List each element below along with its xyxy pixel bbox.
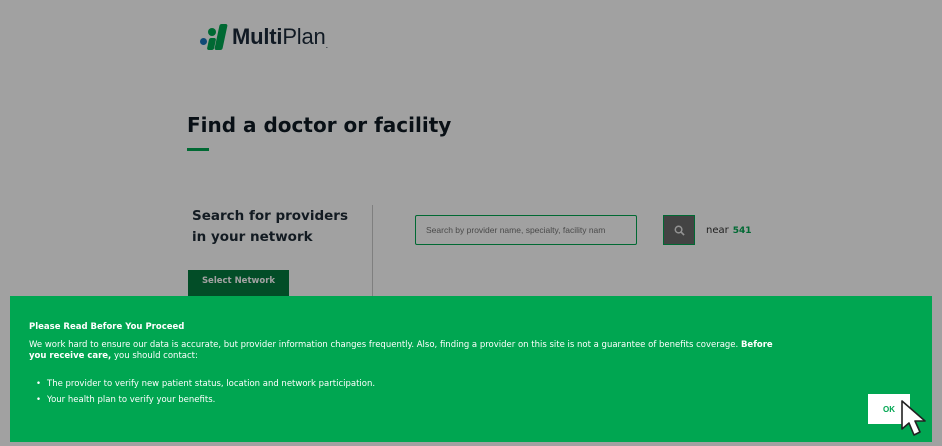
banner-body-tail: you should contact: xyxy=(114,351,198,361)
banner-title: Please Read Before You Proceed xyxy=(29,322,185,332)
mouse-pointer-icon xyxy=(901,400,926,436)
list-item: Your health plan to verify your benefits… xyxy=(36,392,375,408)
banner-body: We work hard to ensure our data is accur… xyxy=(29,340,789,362)
banner-body-lead: We work hard to ensure our data is accur… xyxy=(29,340,739,350)
disclaimer-banner: Please Read Before You Proceed We work h… xyxy=(10,296,932,442)
list-item: The provider to verify new patient statu… xyxy=(36,376,375,392)
page: MultiPlan. Find a doctor or facility Sea… xyxy=(0,0,942,446)
banner-list: The provider to verify new patient statu… xyxy=(36,376,375,408)
